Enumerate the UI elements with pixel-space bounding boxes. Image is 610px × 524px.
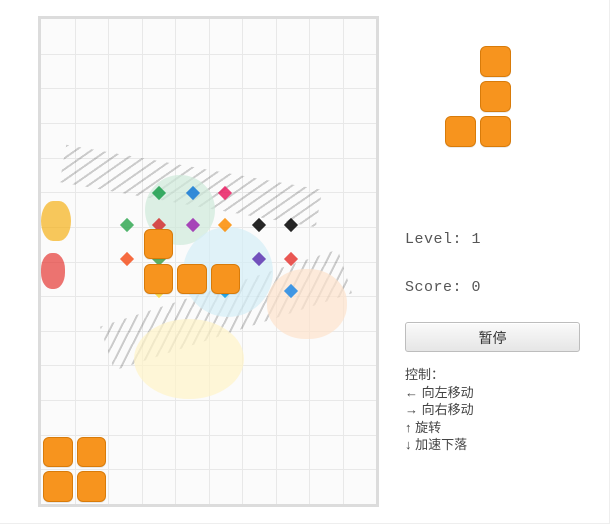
next-piece-preview bbox=[425, 16, 545, 156]
placed-block bbox=[43, 437, 73, 468]
controls-rotate: ↑ 旋转 bbox=[405, 419, 595, 437]
active-block bbox=[211, 264, 241, 295]
placed-block bbox=[43, 471, 73, 502]
preview-block bbox=[480, 46, 511, 77]
controls-right: → 向右移动 bbox=[405, 401, 595, 419]
active-block bbox=[144, 264, 174, 295]
stats-panel: Level: 1 Score: 0 bbox=[405, 216, 595, 312]
controls-help: 控制： ← 向左移动 → 向右移动 ↑ 旋转 ↓ 加速下落 bbox=[405, 366, 595, 454]
placed-block bbox=[77, 437, 107, 468]
level-readout: Level: 1 bbox=[405, 216, 595, 264]
tetris-app: Level: 1 Score: 0 暂停 控制： ← 向左移动 → 向右移动 ↑… bbox=[0, 0, 610, 524]
score-readout: Score: 0 bbox=[405, 264, 595, 312]
preview-block bbox=[445, 116, 476, 147]
controls-drop: ↓ 加速下落 bbox=[405, 436, 595, 454]
decoration-diamond bbox=[252, 218, 266, 232]
preview-block bbox=[480, 116, 511, 147]
score-value: 0 bbox=[472, 279, 482, 296]
score-label: Score: bbox=[405, 279, 462, 296]
decoration-diamond bbox=[120, 218, 134, 232]
decoration-diamond bbox=[120, 252, 134, 266]
placed-block bbox=[77, 471, 107, 502]
controls-heading: 控制： bbox=[405, 366, 595, 384]
preview-block bbox=[480, 81, 511, 112]
active-block bbox=[177, 264, 207, 295]
level-value: 1 bbox=[472, 231, 482, 248]
controls-left: ← 向左移动 bbox=[405, 384, 595, 402]
active-block bbox=[144, 229, 174, 260]
level-label: Level: bbox=[405, 231, 462, 248]
pause-button[interactable]: 暂停 bbox=[405, 322, 580, 352]
game-board[interactable] bbox=[38, 16, 379, 507]
sidebar: Level: 1 Score: 0 暂停 控制： ← 向左移动 → 向右移动 ↑… bbox=[405, 16, 595, 454]
